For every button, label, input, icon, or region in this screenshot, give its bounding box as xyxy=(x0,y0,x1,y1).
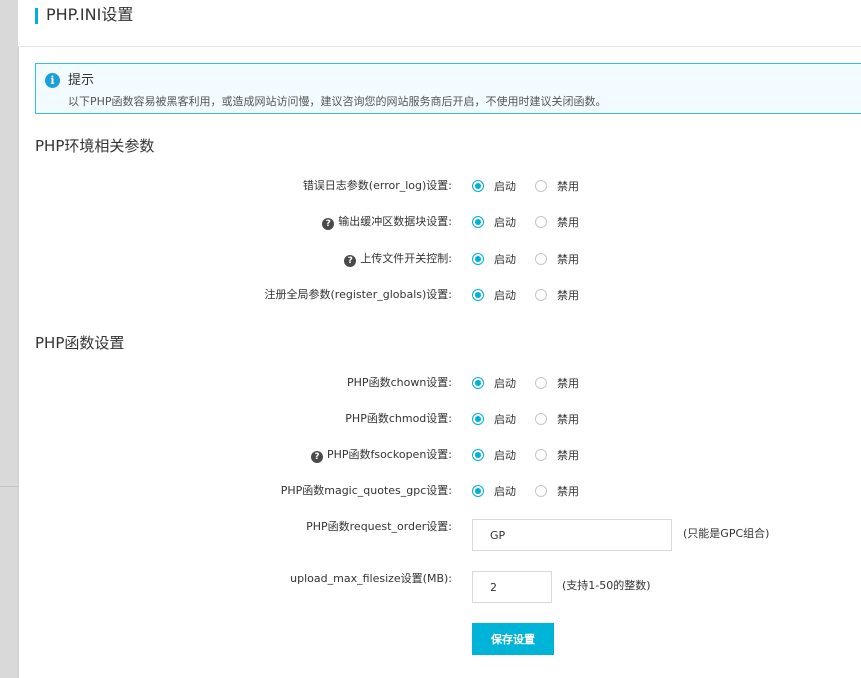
tip-text: 以下PHP函数容易被黑客利用，或造成网站访问慢，建议咨询您的网站服务商后开启，不… xyxy=(68,95,607,108)
upload-max-filesize-input[interactable] xyxy=(472,571,552,603)
radio-button-checked[interactable] xyxy=(472,377,484,389)
section-title-functions: PHP函数设置 xyxy=(35,334,125,352)
section-title-env: PHP环境相关参数 xyxy=(35,137,155,155)
radio-button-checked[interactable] xyxy=(472,289,484,301)
question-circle-icon[interactable]: ? xyxy=(310,451,323,463)
row-label-request-order: PHP函数request_order设置: xyxy=(306,520,452,533)
radio-button-checked[interactable] xyxy=(472,180,484,192)
radio-button-checked[interactable] xyxy=(472,449,484,461)
page-title: PHP.INI设置 xyxy=(46,5,134,24)
radio-button-checked[interactable] xyxy=(472,216,484,228)
tip-title: 提示 xyxy=(68,73,95,88)
save-button[interactable]: 保存设置 xyxy=(472,623,554,655)
row-label-file-uploads: ? 上传文件开关控制: xyxy=(344,252,452,267)
row-label-fsockopen: ? PHP函数fsockopen设置: xyxy=(310,448,452,463)
left-sidebar-edge xyxy=(0,0,19,678)
sidebar-divider xyxy=(0,486,18,487)
request-order-hint: (只能是GPC组合) xyxy=(683,527,770,540)
radio-button[interactable] xyxy=(535,216,547,228)
info-icon: i xyxy=(45,73,60,88)
row-label-magic-quotes-gpc: PHP函数magic_quotes_gpc设置: xyxy=(280,484,452,497)
question-circle-icon[interactable]: ? xyxy=(344,255,357,267)
row-label-chown: PHP函数chown设置: xyxy=(347,376,452,389)
radio-button[interactable] xyxy=(535,180,547,192)
title-accent-bar xyxy=(35,8,38,24)
row-label-upload-max-filesize: upload_max_filesize设置(MB): xyxy=(290,572,452,585)
radio-button[interactable] xyxy=(535,413,547,425)
question-circle-icon[interactable]: ? xyxy=(322,218,335,230)
page-header: PHP.INI设置 xyxy=(18,0,861,47)
row-label-chmod: PHP函数chmod设置: xyxy=(345,412,452,425)
radio-button[interactable] xyxy=(535,449,547,461)
tip-box: i 提示 以下PHP函数容易被黑客利用，或造成网站访问慢，建议咨询您的网站服务商… xyxy=(35,63,861,114)
request-order-input[interactable] xyxy=(472,519,672,551)
upload-max-filesize-hint: (支持1-50的整数) xyxy=(562,579,651,592)
radio-button-checked[interactable] xyxy=(472,253,484,265)
radio-button[interactable] xyxy=(535,253,547,265)
row-label-output-buffering: ? 输出缓冲区数据块设置: xyxy=(322,215,452,230)
radio-button[interactable] xyxy=(535,289,547,301)
radio-button-checked[interactable] xyxy=(472,485,484,497)
row-label-register-globals: 注册全局参数(register_globals)设置: xyxy=(264,288,453,301)
radio-button[interactable] xyxy=(535,485,547,497)
radio-button-checked[interactable] xyxy=(472,413,484,425)
radio-button[interactable] xyxy=(535,377,547,389)
row-label-error-log: 错误日志参数(error_log)设置: xyxy=(302,179,452,192)
